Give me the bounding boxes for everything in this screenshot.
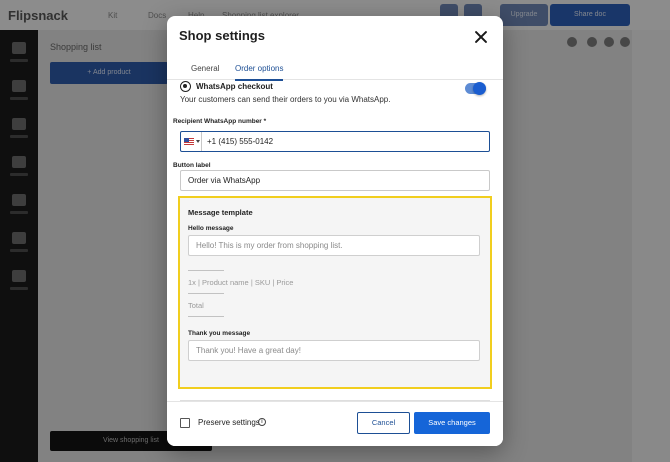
order-options-panel[interactable]: WhatsApp checkout Your customers can sen… bbox=[167, 81, 503, 401]
divider bbox=[188, 293, 224, 294]
hello-message-input[interactable]: Hello! This is my order from shopping li… bbox=[188, 235, 480, 256]
preserve-settings-label[interactable]: Preserve settings bbox=[198, 418, 260, 427]
button-label-input[interactable]: Order via WhatsApp bbox=[180, 170, 490, 191]
tab-general[interactable]: General bbox=[191, 64, 219, 79]
save-changes-button[interactable]: Save changes bbox=[414, 412, 490, 434]
total-preview: Total bbox=[188, 301, 204, 310]
template-title: Message template bbox=[188, 208, 253, 217]
shop-settings-dialog: Shop settings General Order options What… bbox=[167, 16, 503, 446]
message-template-section: Message template Hello message Hello! Th… bbox=[178, 196, 492, 389]
divider bbox=[188, 270, 224, 271]
whatsapp-icon bbox=[180, 81, 191, 92]
tab-order-options[interactable]: Order options bbox=[235, 64, 284, 81]
country-select[interactable] bbox=[181, 132, 202, 151]
dialog-footer: Preserve settings i Cancel Save changes bbox=[167, 401, 503, 446]
settings-tabs: General Order options bbox=[167, 60, 503, 81]
divider bbox=[188, 316, 224, 317]
whatsapp-description: Your customers can send their orders to … bbox=[180, 95, 391, 104]
recipient-phone-input[interactable]: +1 (415) 555-0142 bbox=[180, 131, 490, 152]
us-flag-icon bbox=[184, 138, 194, 145]
info-icon[interactable]: i bbox=[258, 418, 266, 426]
line-item-preview: 1x | Product name | SKU | Price bbox=[188, 278, 294, 287]
button-label-label: Button label bbox=[173, 162, 211, 169]
chevron-down-icon bbox=[196, 140, 200, 143]
phone-value: +1 (415) 555-0142 bbox=[207, 137, 274, 146]
whatsapp-title: WhatsApp checkout bbox=[196, 82, 273, 91]
whatsapp-checkout-row: WhatsApp checkout Your customers can sen… bbox=[180, 81, 490, 107]
preserve-settings-checkbox[interactable] bbox=[180, 418, 190, 428]
dialog-title: Shop settings bbox=[179, 28, 265, 43]
cancel-button[interactable]: Cancel bbox=[357, 412, 410, 434]
thank-you-message-label: Thank you message bbox=[188, 330, 251, 337]
close-icon[interactable] bbox=[474, 30, 488, 44]
hello-message-label: Hello message bbox=[188, 225, 234, 232]
whatsapp-toggle[interactable] bbox=[465, 82, 486, 95]
thank-you-message-input[interactable]: Thank you! Have a great day! bbox=[188, 340, 480, 361]
recipient-label: Recipient WhatsApp number * bbox=[173, 118, 267, 125]
